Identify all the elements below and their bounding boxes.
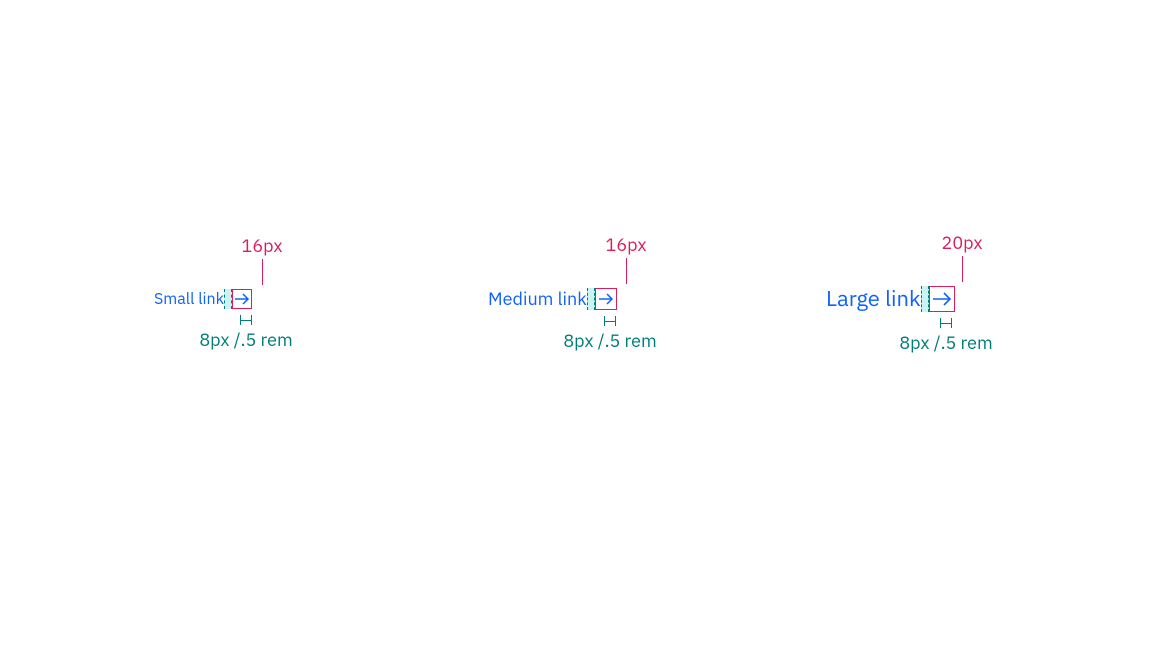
link-text-large[interactable]: Large link — [826, 288, 921, 310]
arrow-icon-box-small — [232, 289, 252, 309]
spec-medium: 16px Medium link 8px /.5 rem — [488, 288, 617, 310]
spacing-gap-large — [921, 286, 929, 312]
spec-large: 20px Large link 8px /.5 rem — [826, 286, 955, 312]
icon-size-label: 20px — [942, 231, 983, 254]
link-text-medium[interactable]: Medium link — [488, 290, 587, 308]
gap-measure-large — [940, 318, 952, 328]
gap-label-small: 8px /.5 rem — [186, 331, 306, 349]
gap-measure-small — [240, 315, 252, 325]
link-row-large: Large link — [826, 286, 955, 312]
gap-label-large: 8px /.5 rem — [886, 334, 1006, 352]
icon-size-callout-small: 16px — [232, 237, 292, 285]
spacing-gap-small — [224, 289, 232, 309]
spec-small: 16px Small link 8px /.5 rem — [154, 289, 252, 309]
arrow-icon-box-large — [929, 286, 955, 312]
gap-label-medium: 8px /.5 rem — [550, 332, 670, 350]
icon-size-callout-large: 20px — [932, 234, 992, 282]
spec-canvas: 16px Small link 8px /.5 rem 16p — [0, 0, 1152, 649]
spacing-gap-medium — [587, 288, 595, 310]
arrow-right-icon — [932, 289, 952, 309]
icon-size-label: 16px — [606, 233, 647, 256]
link-row-small: Small link — [154, 289, 252, 309]
arrow-right-icon — [598, 291, 614, 307]
icon-size-label: 16px — [242, 234, 283, 257]
gap-measure-medium — [604, 316, 616, 326]
arrow-right-icon — [234, 291, 250, 307]
link-text-small[interactable]: Small link — [154, 291, 224, 307]
link-row-medium: Medium link — [488, 288, 617, 310]
arrow-icon-box-medium — [595, 288, 617, 310]
icon-size-callout-medium: 16px — [596, 236, 656, 284]
